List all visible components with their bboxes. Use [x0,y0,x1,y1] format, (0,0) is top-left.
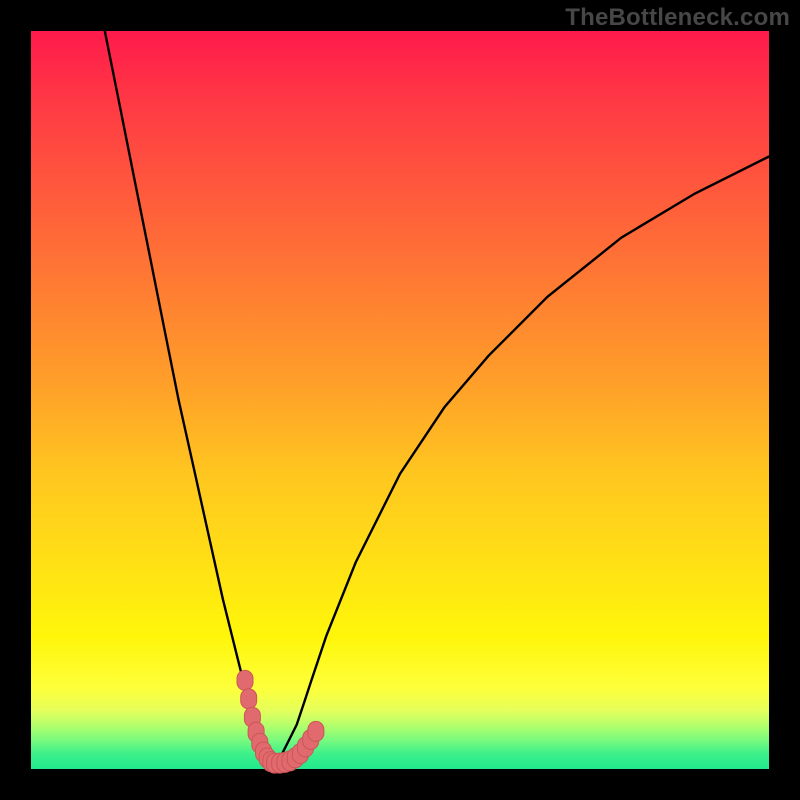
chart-marker [241,689,257,709]
chart-marker [237,670,253,690]
chart-svg [31,31,769,769]
chart-plot-area [31,31,769,769]
chart-frame: TheBottleneck.com [0,0,800,800]
chart-marker [308,721,324,741]
bottleneck-curve [105,31,769,762]
watermark-text: TheBottleneck.com [565,4,790,32]
